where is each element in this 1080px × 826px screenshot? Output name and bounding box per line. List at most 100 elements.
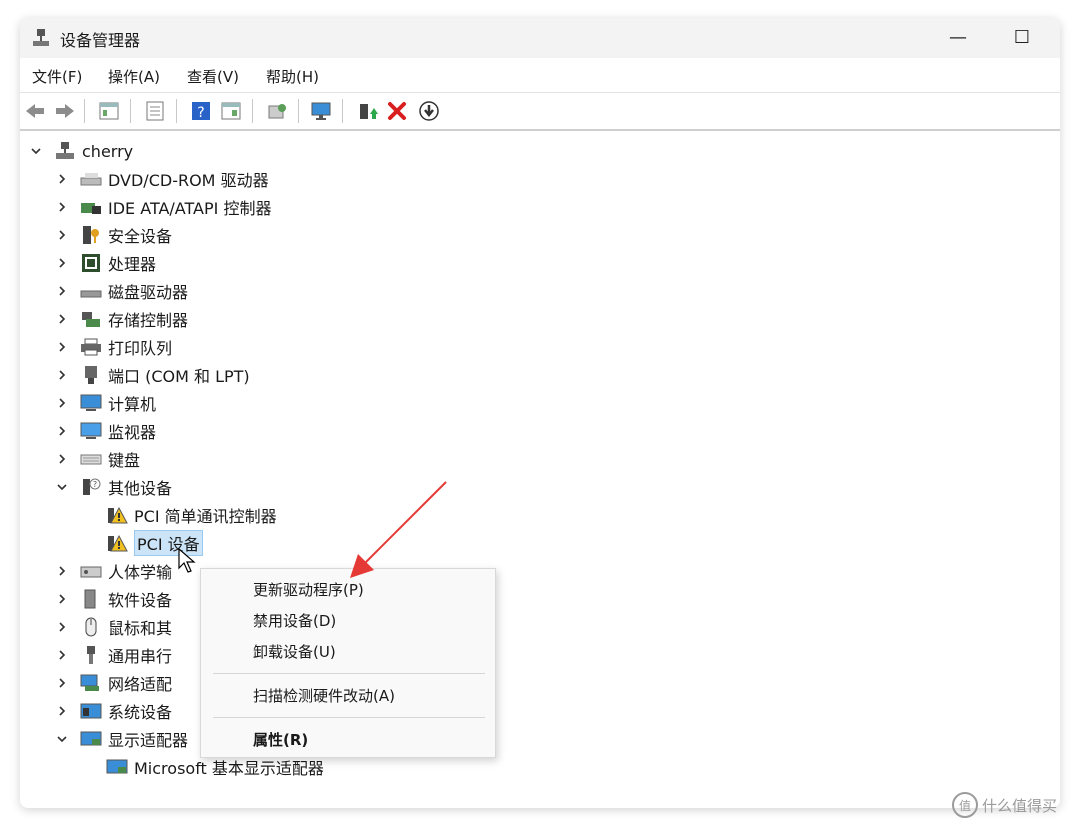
chevron-right-icon[interactable] <box>56 313 68 325</box>
chevron-right-icon[interactable] <box>56 369 68 381</box>
printer-icon <box>81 338 101 356</box>
unknown-device-icon: ? <box>83 478 101 495</box>
context-uninstall-device[interactable]: 卸载设备(U) <box>253 641 336 662</box>
context-scan-hardware[interactable]: 扫描检测硬件改动(A) <box>253 685 395 706</box>
watermark: 值 什么值得买 <box>952 792 1057 818</box>
device-tree: cherry DVD/CD-ROM 驱动器 IDE ATA/ATAPI 控制器 … <box>20 136 1060 806</box>
tree-item-label: PCI 简单通讯控制器 <box>134 507 277 526</box>
tree-item-storage[interactable]: 存储控制器 <box>56 306 188 332</box>
toolbar-separator <box>84 99 85 123</box>
computer-icon <box>80 394 102 411</box>
help-icon[interactable]: ? <box>190 100 212 122</box>
tree-item-label: 安全设备 <box>108 227 173 246</box>
tree-item-label: IDE ATA/ATAPI 控制器 <box>108 199 272 218</box>
network-adapter-icon <box>80 674 99 691</box>
context-properties[interactable]: 属性(R) <box>253 729 308 750</box>
tree-item-label: 系统设备 <box>108 703 173 722</box>
context-menu: 更新驱动程序(P) 禁用设备(D) 卸载设备(U) 扫描检测硬件改动(A) 属性… <box>200 568 496 758</box>
ide-controller-icon <box>81 203 101 214</box>
tree-item-label: 端口 (COM 和 LPT) <box>108 367 250 386</box>
tree-item-label: 显示适配器 <box>108 731 189 750</box>
chevron-right-icon[interactable] <box>56 453 68 465</box>
minimize-button[interactable]: — <box>942 24 974 52</box>
annotation-arrow <box>350 481 447 578</box>
chevron-down-icon[interactable] <box>56 481 68 493</box>
tree-item-ports[interactable]: 端口 (COM 和 LPT) <box>56 362 250 388</box>
tree-item-label: 磁盘驱动器 <box>108 283 189 302</box>
tree-item-label: 软件设备 <box>108 591 173 610</box>
chevron-right-icon[interactable] <box>56 397 68 409</box>
tree-item-computer[interactable]: 计算机 <box>56 390 156 416</box>
computer-root-icon <box>56 142 74 159</box>
chevron-right-icon[interactable] <box>56 621 68 633</box>
maximize-button[interactable]: ☐ <box>1006 24 1038 52</box>
chevron-right-icon[interactable] <box>56 705 68 717</box>
monitor-icon[interactable] <box>310 100 332 122</box>
security-device-icon <box>83 226 99 244</box>
uninstall-icon[interactable] <box>386 100 408 122</box>
tree-item-ide[interactable]: IDE ATA/ATAPI 控制器 <box>56 194 271 220</box>
list-view-icon[interactable] <box>144 100 166 122</box>
chevron-right-icon[interactable] <box>56 593 68 605</box>
tree-item-pci-comm[interactable]: PCI 简单通讯控制器 <box>106 502 277 528</box>
menu-view[interactable]: 查看(V) <box>187 66 239 87</box>
window-title: 设备管理器 <box>60 31 141 50</box>
forward-arrow-icon[interactable] <box>54 100 76 122</box>
software-device-icon <box>84 589 96 609</box>
tree-item-label: 通用串行 <box>108 647 173 666</box>
tree-item-disk[interactable]: 磁盘驱动器 <box>56 278 188 304</box>
tree-item-system[interactable]: 系统设备 <box>56 698 172 724</box>
tree-item-network[interactable]: 网络适配 <box>56 670 172 696</box>
display-adapter-icon <box>106 759 128 774</box>
context-disable-device[interactable]: 禁用设备(D) <box>253 610 336 631</box>
chevron-right-icon[interactable] <box>56 257 68 269</box>
tree-item-processor[interactable]: 处理器 <box>56 250 156 276</box>
toolbar-separator <box>176 99 177 123</box>
back-arrow-icon[interactable] <box>24 100 46 122</box>
tree-item-label: 键盘 <box>108 451 141 470</box>
warning-device-icon <box>108 534 128 552</box>
chevron-right-icon[interactable] <box>56 201 68 213</box>
tree-item-security[interactable]: 安全设备 <box>56 222 172 248</box>
toolbar-separator <box>298 99 299 123</box>
update-driver-icon[interactable] <box>356 100 378 122</box>
tree-item-software[interactable]: 软件设备 <box>56 586 172 612</box>
chevron-down-icon[interactable] <box>56 733 68 745</box>
watermark-text: 什么值得买 <box>982 796 1058 815</box>
chevron-right-icon[interactable] <box>56 285 68 297</box>
tree-item-usb[interactable]: 通用串行 <box>56 642 172 668</box>
title-bar: 设备管理器 — ☐ <box>20 18 1060 58</box>
tree-item-mouse[interactable]: 鼠标和其 <box>56 614 172 640</box>
tree-item-display[interactable]: 显示适配器 <box>56 726 188 752</box>
tree-item-label: 监视器 <box>108 423 157 442</box>
keyboard-icon <box>80 454 102 465</box>
menu-help[interactable]: 帮助(H) <box>266 66 319 87</box>
tree-root[interactable]: cherry <box>30 138 133 164</box>
tree-item-other-devices[interactable]: ? 其他设备 <box>56 474 172 500</box>
tree-item-print[interactable]: 打印队列 <box>56 334 172 360</box>
chevron-right-icon[interactable] <box>56 649 68 661</box>
chevron-right-icon[interactable] <box>56 229 68 241</box>
scan-hardware-icon[interactable] <box>266 100 288 122</box>
svg-text:?: ? <box>93 480 97 489</box>
tree-item-label: 存储控制器 <box>108 311 189 330</box>
menu-action[interactable]: 操作(A) <box>108 66 160 87</box>
chevron-right-icon[interactable] <box>56 341 68 353</box>
tree-item-keyboard[interactable]: 键盘 <box>56 446 140 472</box>
tree-item-label: 鼠标和其 <box>108 619 173 638</box>
chevron-down-icon[interactable] <box>30 145 42 157</box>
menu-file[interactable]: 文件(F) <box>32 66 82 87</box>
context-separator <box>213 717 485 718</box>
download-icon[interactable] <box>418 100 440 122</box>
properties-icon[interactable] <box>98 100 120 122</box>
svg-text:?: ? <box>197 105 204 121</box>
tree-item-dvd[interactable]: DVD/CD-ROM 驱动器 <box>56 166 269 192</box>
tree-item-hid[interactable]: 人体学输 <box>56 558 172 584</box>
chevron-right-icon[interactable] <box>56 425 68 437</box>
tree-item-monitor[interactable]: 监视器 <box>56 418 156 444</box>
tree-item-label: 打印队列 <box>108 339 173 358</box>
chevron-right-icon[interactable] <box>56 565 68 577</box>
resources-icon[interactable] <box>220 100 242 122</box>
chevron-right-icon[interactable] <box>56 173 68 185</box>
chevron-right-icon[interactable] <box>56 677 68 689</box>
